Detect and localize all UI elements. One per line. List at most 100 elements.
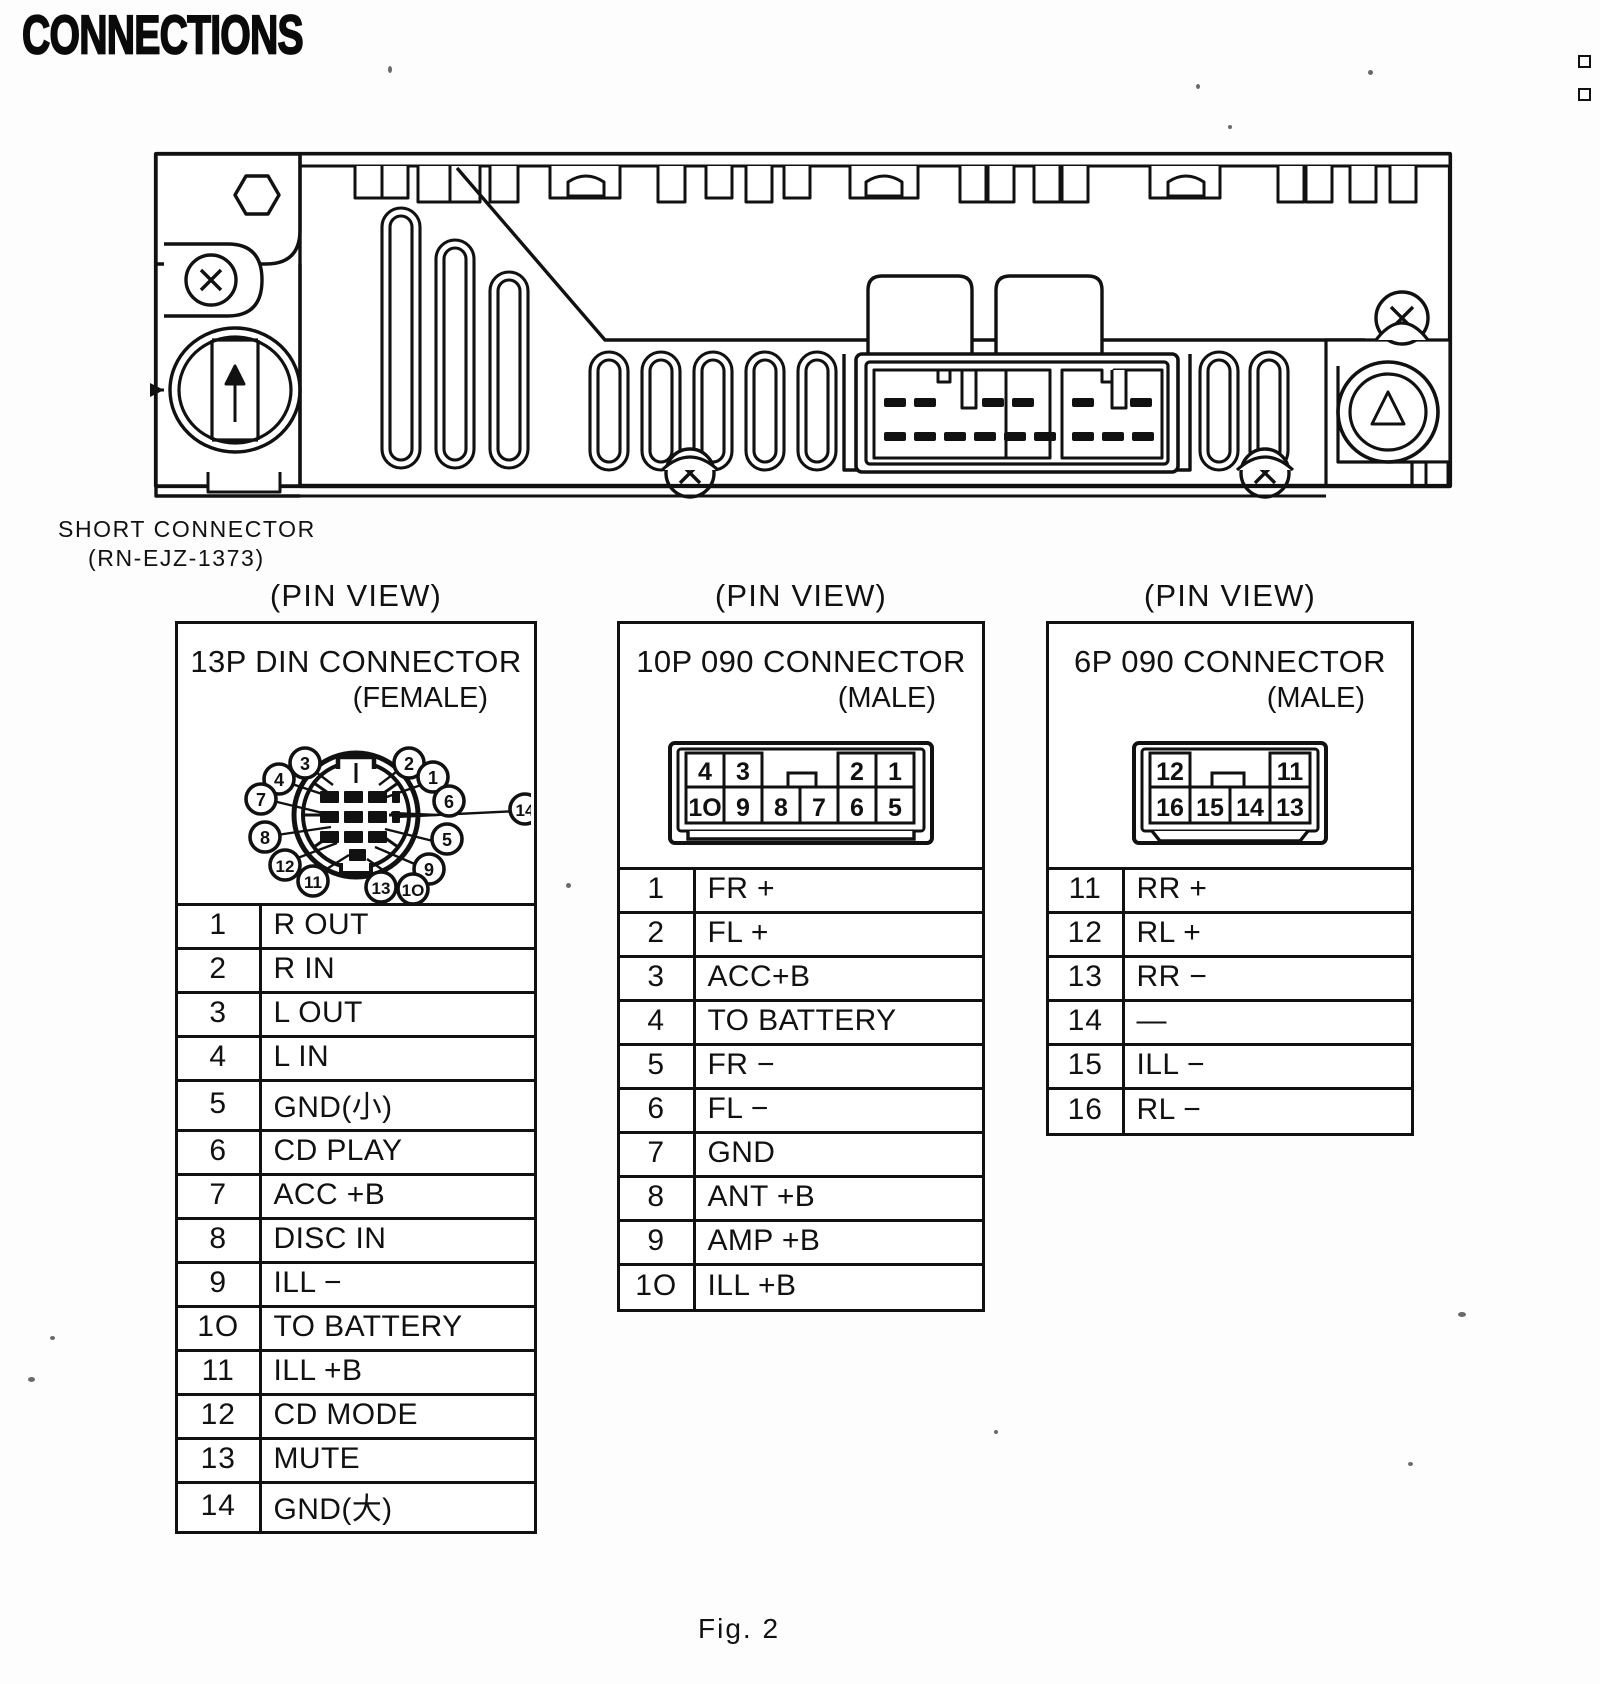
- pin-number-cell: 3: [620, 955, 696, 1001]
- pin-number-cell: 1O: [620, 1263, 696, 1309]
- pin-number-cell: 7: [620, 1131, 696, 1177]
- svg-text:8: 8: [260, 828, 270, 848]
- pin-number-cell: 1: [620, 867, 696, 913]
- svg-text:3: 3: [300, 754, 310, 774]
- panel-heading-10p: 10P 090 CONNECTOR (MALE): [620, 624, 982, 723]
- table-row: 14—: [1049, 999, 1411, 1045]
- table-row: 5 FR −: [620, 1043, 982, 1089]
- table-row: 3 ACC+B: [620, 955, 982, 1001]
- pin-signal-cell: ACC +B: [260, 1173, 534, 1219]
- table-row: 11 ILL +B: [178, 1349, 534, 1395]
- pin-signal-cell: R IN: [260, 947, 534, 993]
- table-row: 4L IN: [178, 1035, 534, 1081]
- figure-caption: Fig. 2: [698, 1613, 781, 1644]
- connector-panel-6p-090: (PIN VIEW) 6P 090 CONNECTOR (MALE) 12 11…: [1046, 578, 1414, 1136]
- table-row: 3L OUT: [178, 991, 534, 1037]
- pin-signal-cell: GND: [694, 1131, 982, 1177]
- svg-text:2: 2: [404, 754, 414, 774]
- svg-text:5: 5: [442, 830, 452, 850]
- pin-number-cell: 2: [178, 947, 262, 993]
- table-row: 15 ILL −: [1049, 1043, 1411, 1089]
- svg-text:4: 4: [274, 770, 284, 790]
- svg-text:15: 15: [1196, 794, 1224, 822]
- table-row: 13 RR −: [1049, 955, 1411, 1001]
- pin-signal-cell: DISC IN: [260, 1217, 534, 1263]
- svg-text:6: 6: [444, 792, 454, 812]
- page-title: CONNECTIONS: [21, 4, 304, 66]
- pin-view-caption-6p: (PIN VIEW): [1143, 578, 1317, 613]
- pin-signal-cell: ILL +B: [260, 1349, 534, 1395]
- pin-number-cell: 5: [178, 1079, 262, 1131]
- table-row: 1R OUT: [178, 903, 534, 949]
- pin-signal-cell: TO BATTERY: [260, 1305, 534, 1351]
- pin-table-6p: 11 RR +12 RL +13 RR −14—15 ILL −16 RL −: [1049, 867, 1411, 1133]
- svg-text:8: 8: [774, 794, 788, 822]
- pin-signal-cell: MUTE: [260, 1437, 534, 1483]
- pin-number-cell: 9: [620, 1219, 696, 1265]
- table-row: 6 FL −: [620, 1087, 982, 1133]
- pin-number-cell: 5: [620, 1043, 696, 1089]
- scan-speck: [1408, 1462, 1413, 1466]
- scan-speck: [388, 66, 392, 73]
- scan-speck: [1196, 84, 1200, 89]
- pin-number-cell: 3: [178, 991, 262, 1037]
- table-row: 12 CD MODE: [178, 1393, 534, 1439]
- table-row: 12 RL +: [1049, 911, 1411, 957]
- pin-number-cell: 8: [620, 1175, 696, 1221]
- pin-signal-cell: RR −: [1123, 955, 1411, 1001]
- scan-speck: [50, 1336, 55, 1340]
- pin-signal-cell: ACC+B: [694, 955, 982, 1001]
- table-row: 1O ILL +B: [620, 1263, 982, 1309]
- pin-signal-cell: ANT +B: [694, 1175, 982, 1221]
- svg-text:14: 14: [516, 801, 531, 820]
- pin-signal-cell: GND(小): [260, 1079, 534, 1131]
- pin-signal-cell: AMP +B: [694, 1219, 982, 1265]
- pin-signal-cell: L IN: [260, 1035, 534, 1081]
- table-row: 7 ACC +B: [178, 1173, 534, 1219]
- pin-view-caption-10p: (PIN VIEW): [714, 578, 888, 613]
- pin-signal-cell: FL +: [694, 911, 982, 957]
- connector-name-6p: 6P 090 CONNECTOR: [1074, 644, 1386, 679]
- rect-connector-art-6p: 12 11 16 15 14 13: [1049, 739, 1411, 847]
- pin-signal-cell: FL −: [694, 1087, 982, 1133]
- pin-number-cell: 15: [1049, 1043, 1125, 1089]
- svg-text:14: 14: [1236, 794, 1264, 822]
- pin-number-cell: 14: [178, 1481, 262, 1531]
- pin-number-cell: 6: [620, 1087, 696, 1133]
- short-connector-name: SHORT CONNECTOR: [58, 516, 316, 542]
- svg-text:4: 4: [698, 758, 712, 786]
- short-connector-part-number: (RN-EJZ-1373): [88, 545, 265, 572]
- svg-text:7: 7: [256, 790, 266, 810]
- connector-name-10p: 10P 090 CONNECTOR: [636, 644, 966, 679]
- pin-signal-cell: ILL −: [260, 1261, 534, 1307]
- pin-number-cell: 11: [178, 1349, 262, 1395]
- pin-number-cell: 1O: [178, 1305, 262, 1351]
- pin-table-10p: 1 FR +2 FL +3 ACC+B 4 TO BATTERY 5 FR −6 FL −7 GN…: [620, 867, 982, 1309]
- pin-signal-cell: L OUT: [260, 991, 534, 1037]
- scan-speck: [566, 883, 571, 888]
- table-row: 6 CD PLAY: [178, 1129, 534, 1175]
- din-connector-art: 3 4 7 8 12 11 2 1 6 5 9 1O 13 14: [178, 723, 534, 903]
- svg-text:9: 9: [424, 860, 434, 880]
- pin-table-13p: 1R OUT 2 R IN 3 L OUT 4 L IN 5 GND(小) 6 CD PLAY 7 AC…: [178, 903, 534, 1531]
- connector-gender-10p: (MALE): [837, 682, 936, 714]
- panel-heading-6p: 6P 090 CONNECTOR (MALE): [1049, 624, 1411, 723]
- table-row: 16 RL −: [1049, 1087, 1411, 1133]
- pin-number-cell: 14: [1049, 999, 1125, 1045]
- table-row: 4 TO BATTERY: [620, 999, 982, 1045]
- pin-signal-cell: R OUT: [260, 903, 534, 949]
- pin-view-caption-13p: (PIN VIEW): [269, 578, 443, 613]
- pin-signal-cell: ILL +B: [694, 1263, 982, 1309]
- pin-signal-cell: CD PLAY: [260, 1129, 534, 1175]
- pin-number-cell: 11: [1049, 867, 1125, 913]
- edge-mark-bottom: [1578, 88, 1591, 101]
- connector-panel-13p-din: (PIN VIEW) 13P DIN CONNECTOR (FEMALE) 3 …: [175, 578, 537, 1534]
- table-row: 1 FR +: [620, 867, 982, 913]
- svg-text:13: 13: [372, 879, 391, 898]
- table-row: 7 GND: [620, 1131, 982, 1177]
- svg-text:9: 9: [736, 794, 750, 822]
- pin-signal-cell: TO BATTERY: [694, 999, 982, 1045]
- pin-number-cell: 4: [178, 1035, 262, 1081]
- head-unit-drawing: [150, 140, 1460, 500]
- scan-speck: [28, 1377, 35, 1382]
